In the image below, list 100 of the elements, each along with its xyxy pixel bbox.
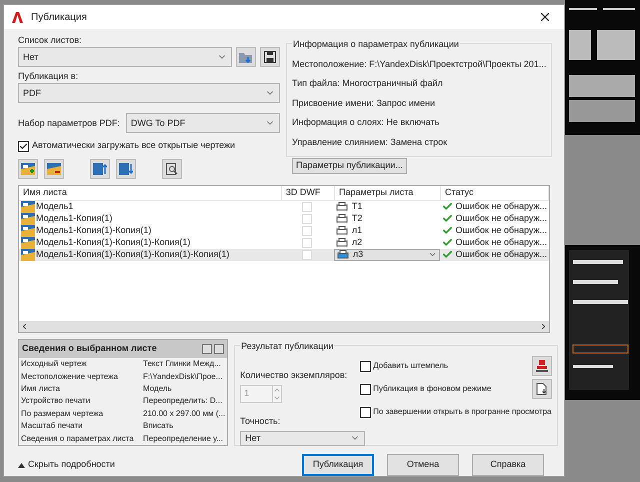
sheet-icon: [21, 212, 35, 225]
dialog-button[interactable]: Справка: [472, 454, 544, 476]
sheet-name: Модель1-Копия(1): [36, 212, 112, 226]
detail-label: Местоположение чертежа: [21, 370, 119, 383]
app-logo-icon: [12, 12, 23, 23]
status-text: Ошибок не обнаруж...: [456, 248, 547, 262]
info-text: Тип файла: Многостраничный файл: [292, 77, 444, 90]
remove-sheet-icon: [47, 162, 61, 175]
check-icon: [442, 213, 452, 224]
sheet-icon: [21, 236, 35, 249]
publish-to-dropdown[interactable]: PDF: [18, 83, 280, 104]
checkbox-label: Публикация в фоновом режиме: [373, 383, 492, 395]
panel-pin-icon[interactable]: [214, 344, 224, 354]
detail-label: По размерам чертежа: [21, 408, 104, 420]
field-label: Публикация в:: [18, 70, 80, 84]
sheet-down-icon: [119, 162, 133, 175]
checkbox[interactable]: [360, 384, 372, 394]
detail-label: Устройство печати: [21, 395, 92, 408]
checkbox-label: Добавить штемпель: [373, 360, 450, 372]
detail-label: Исходный чертеж: [21, 358, 88, 370]
table-row[interactable]: Модель1-Копия(1)-Копия(1) л1 Ошибок не обнаруж...: [19, 224, 549, 237]
field-label: Набор параметров PDF:: [18, 116, 120, 130]
checkbox[interactable]: [18, 140, 29, 152]
column-header[interactable]: Статус: [441, 186, 549, 200]
checkbox[interactable]: [360, 406, 372, 418]
check-icon: [442, 237, 452, 248]
sheet-up-icon: [93, 162, 107, 175]
check-icon: [442, 249, 452, 260]
table-row[interactable]: Модель1-Копия(1) T2 Ошибок не обнаруж...: [19, 212, 549, 225]
detail-value: Переопределение у...: [143, 432, 223, 445]
page-setup: T2: [352, 212, 364, 226]
field-label: Точность:: [240, 415, 282, 428]
status-text: Ошибок не обнаруж...: [456, 200, 547, 214]
sheet-list-dropdown[interactable]: Нет: [18, 47, 232, 68]
horizontal-scrollbar[interactable]: [19, 321, 549, 332]
folder-icon: [239, 51, 254, 64]
printer-icon: [336, 238, 348, 248]
load-list-button[interactable]: [236, 47, 256, 68]
background-publish-button[interactable]: [532, 379, 552, 399]
preview-button[interactable]: [162, 158, 182, 179]
column-header[interactable]: 3D DWF: [282, 186, 335, 200]
save-button[interactable]: [260, 47, 280, 68]
check-icon: [442, 201, 452, 212]
table-row[interactable]: Модель1 T1 Ошибок не обнаруж...: [19, 200, 549, 213]
panel-toggle-icon[interactable]: [202, 344, 212, 354]
group-title: Информация о параметрах публикации: [292, 38, 460, 52]
column-header[interactable]: Параметры листа: [334, 186, 441, 200]
scroll-left-icon[interactable]: [20, 322, 29, 331]
table-row[interactable]: Модель1-Копия(1)-Копия(1)-Копия(1)-Копия(1) л3 Ошибок не обнаруж...: [19, 248, 549, 261]
page-setup: л1: [352, 224, 364, 238]
printer-icon: [336, 214, 348, 224]
status-text: Ошибок не обнаруж...: [456, 236, 547, 250]
info-text: Местоположение: F:\YandexDisk\Проектстрой\Проекты 201...: [292, 58, 546, 71]
table-row[interactable]: Модель1-Копия(1)-Копия(1)-Копия(1) л2 Ошибок не обнаруж...: [19, 236, 549, 249]
printer-icon: [336, 250, 349, 260]
page-setup: л3: [352, 248, 364, 262]
checkbox-label: По завершении открыть в програнне просмотра: [373, 406, 552, 418]
detail-value: Модель: [143, 383, 172, 396]
checkbox-label: Автоматически загружать все открытые чертежи: [32, 139, 236, 152]
remove-sheets-button[interactable]: [44, 158, 64, 179]
add-sheets-button[interactable]: [18, 158, 38, 179]
page-setup: T1: [352, 200, 364, 214]
move-down-button[interactable]: [116, 158, 136, 179]
field-label: Количество экземпляров:: [240, 368, 348, 382]
save-icon: [264, 51, 276, 64]
panel-title: Сведения о выбранном листе: [22, 342, 157, 356]
group-title: Результат публикации: [240, 340, 334, 354]
printer-icon: [336, 226, 348, 236]
sheet-icon: [21, 224, 35, 237]
detail-label: Имя листа: [21, 383, 61, 396]
add-sheet-icon: [21, 162, 35, 175]
status-text: Ошибок не обнаруж...: [456, 224, 547, 238]
precision-dropdown[interactable]: Нет: [240, 430, 366, 446]
column-header[interactable]: Имя листа: [19, 186, 282, 200]
printer-icon: [336, 202, 348, 212]
detail-value: Вписать: [143, 420, 174, 432]
detail-label: Сведения о параметрах листа: [21, 432, 135, 445]
check-icon: [442, 225, 452, 236]
detail-value: Текст Глинки Межд...: [143, 358, 221, 370]
detail-label: Масштаб печати: [21, 420, 84, 432]
move-up-button[interactable]: [90, 158, 110, 179]
info-text: Присвоение имени: Запрос имени: [292, 96, 436, 110]
dialog-button[interactable]: Публикация: [302, 454, 374, 476]
dialog-button[interactable]: Отмена: [387, 454, 459, 476]
info-text: Управление слиянием: Замена строк: [292, 136, 448, 149]
sheet-icon: [21, 200, 35, 213]
checkbox[interactable]: [360, 360, 372, 372]
detail-value: F:\YandexDisk\Прое...: [143, 370, 222, 383]
window-title: Публикация: [31, 10, 88, 25]
stamp-icon: [536, 360, 548, 372]
pdf-preset-dropdown[interactable]: DWG To PDF: [126, 113, 280, 134]
scroll-right-icon[interactable]: [539, 322, 548, 331]
collapse-arrow-icon: [18, 462, 25, 468]
magnifier-icon: [166, 162, 178, 175]
status-text: Ошибок не обнаруж...: [456, 212, 547, 226]
hide-details-link[interactable]: Скрыть подробности: [28, 458, 115, 472]
page-setup: л2: [352, 236, 364, 250]
sheet-name: Модель1-Копия(1)-Копия(1): [36, 224, 152, 238]
stamp-button[interactable]: [532, 356, 552, 376]
publish-options-button[interactable]: Параметры публикации...: [292, 158, 407, 174]
